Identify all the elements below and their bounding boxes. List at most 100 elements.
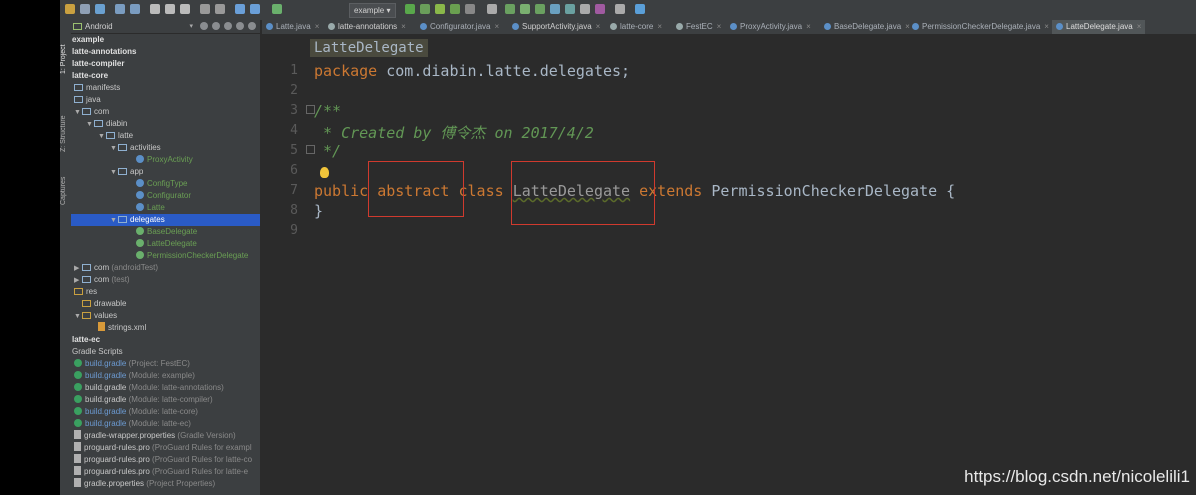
tree-item[interactable]: build.gradle (Module: latte-core) [74,406,260,418]
cut-icon[interactable] [150,4,160,14]
structure-icon[interactable] [487,4,497,14]
tab-project[interactable]: 1: Project [60,24,71,74]
back-icon[interactable] [235,4,245,14]
tree-item[interactable]: gradle-wrapper.properties (Gradle Versio… [74,430,260,442]
close-icon[interactable]: × [657,22,662,31]
collapse-icon[interactable] [224,22,232,30]
tree-item[interactable]: PermissionCheckerDelegate [136,250,260,262]
chevron-down-icon[interactable]: ▼ [110,167,118,179]
close-icon[interactable]: × [905,22,910,31]
attach-icon[interactable] [450,4,460,14]
tree-item[interactable]: java [74,94,260,106]
layout-icon[interactable] [580,4,590,14]
save-icon[interactable] [80,4,90,14]
stop-icon[interactable] [465,4,475,14]
open-icon[interactable] [65,4,75,14]
breadcrumb[interactable]: LatteDelegate [310,39,428,57]
undo-icon[interactable] [115,4,125,14]
sync-tree-icon[interactable] [200,22,208,30]
tree-item[interactable]: ▼ latte [98,130,260,142]
tree-item[interactable]: build.gradle (Project: FestEC) [74,358,260,370]
close-icon[interactable]: × [494,22,499,31]
chevron-down-icon[interactable]: ▼ [74,107,82,119]
code-editor[interactable]: LatteDelegate 1 2 3 4 5 6 7 8 9 package … [262,35,1196,495]
tree-item[interactable]: build.gradle (Module: latte-compiler) [74,394,260,406]
settings-icon[interactable] [615,4,625,14]
run-icon[interactable] [405,4,415,14]
tab-basedelegate-java[interactable]: BaseDelegate.java × [824,20,910,34]
close-icon[interactable]: × [315,22,320,31]
scroll-from-source-icon[interactable] [212,22,220,30]
gradle-sync-icon[interactable] [550,4,560,14]
gear-icon[interactable] [236,22,244,30]
tree-item[interactable]: ▼ values [74,310,260,322]
tab-proxyactivity-java[interactable]: ProxyActivity.java × [730,20,811,34]
tree-item[interactable]: Latte [136,202,260,214]
close-icon[interactable]: × [717,22,722,31]
tree-item[interactable]: Gradle Scripts [72,346,260,358]
tab-permissioncheckerdelegate-java[interactable]: PermissionCheckerDelegate.java × [912,20,1049,34]
close-icon[interactable]: × [1044,22,1049,31]
chevron-down-icon[interactable]: ▼ [74,311,82,323]
tree-item[interactable]: build.gradle (Module: latte-ec) [74,418,260,430]
tree-item[interactable]: strings.xml [98,322,260,334]
tree-item[interactable]: manifests [74,82,260,94]
tab-configurator-java[interactable]: Configurator.java × [420,20,499,34]
tree-item[interactable]: BaseDelegate [136,226,260,238]
help-icon[interactable] [635,4,645,14]
view-selector[interactable]: Android ▾ [73,21,193,32]
profile-icon[interactable] [435,4,445,14]
tab-latte-annotations[interactable]: latte-annotations × [328,20,406,34]
sync-icon[interactable] [95,4,105,14]
tree-item[interactable]: Configurator [136,190,260,202]
tree-item[interactable]: build.gradle (Module: latte-annotations) [74,382,260,394]
tree-item[interactable]: ▶ com (test) [74,274,260,286]
hide-icon[interactable] [248,22,256,30]
tree-item[interactable]: latte-annotations [72,46,260,58]
monitor-icon[interactable] [535,4,545,14]
paste-icon[interactable] [180,4,190,14]
tree-item[interactable]: latte-core [72,70,260,82]
tree-item[interactable]: ConfigType [136,178,260,190]
chevron-down-icon[interactable]: ▼ [98,131,106,143]
close-icon[interactable]: × [806,22,811,31]
tree-item[interactable]: ▶ com (androidTest) [74,262,260,274]
tree-item-selected[interactable]: ▼ delegates [71,214,260,226]
avd-icon[interactable] [520,4,530,14]
tree-item[interactable]: ▼ com [74,106,260,118]
tree-item[interactable]: proguard-rules.pro (ProGuard Rules for l… [74,466,260,478]
tab-latte-core[interactable]: latte-core × [610,20,662,34]
tree-item[interactable]: example [72,34,260,46]
tree-item[interactable]: proguard-rules.pro (ProGuard Rules for l… [74,454,260,466]
close-icon[interactable]: × [401,22,406,31]
tree-item[interactable]: latte-compiler [72,58,260,70]
chevron-down-icon[interactable]: ▼ [110,143,118,155]
close-icon[interactable]: × [1137,22,1142,31]
tree-item[interactable]: res [74,286,260,298]
device-icon[interactable] [565,4,575,14]
forward-icon[interactable] [250,4,260,14]
sdk-icon[interactable] [505,4,515,14]
tree-item[interactable]: LatteDelegate [136,238,260,250]
debug-icon[interactable] [420,4,430,14]
sync-project-icon[interactable] [595,4,605,14]
tree-item[interactable]: build.gradle (Module: example) [74,370,260,382]
chevron-down-icon[interactable]: ▼ [110,215,118,227]
tree-item[interactable]: ▼ activities [110,142,260,154]
tab-structure[interactable]: Z: Structure [60,102,71,152]
tree-item[interactable]: ▶drawable [74,298,260,310]
redo-icon[interactable] [130,4,140,14]
tree-item[interactable]: ProxyActivity [136,154,260,166]
close-icon[interactable]: × [596,22,601,31]
tab-latte-java[interactable]: Latte.java × [266,20,319,34]
build-icon[interactable] [272,4,282,14]
copy-icon[interactable] [165,4,175,14]
tree-item[interactable]: ▼ app [110,166,260,178]
find-icon[interactable] [200,4,210,14]
replace-icon[interactable] [215,4,225,14]
tree-item[interactable]: proguard-rules.pro (ProGuard Rules for e… [74,442,260,454]
tab-captures[interactable]: Captures [60,165,71,205]
tree-item[interactable]: gradle.properties (Project Properties) [74,478,260,490]
chevron-down-icon[interactable]: ▼ [86,119,94,131]
run-config-dropdown[interactable]: example ▾ [349,3,396,18]
